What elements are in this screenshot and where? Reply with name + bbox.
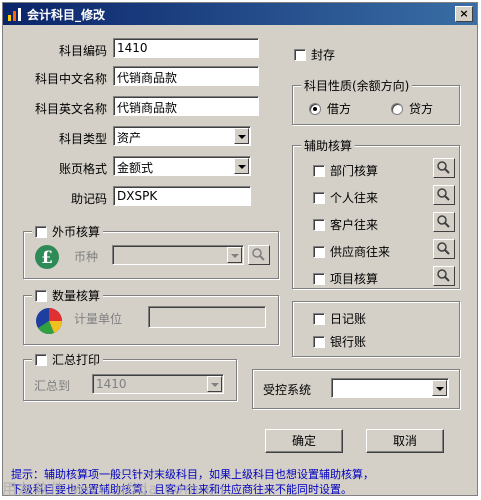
pie-chart-icon [36, 308, 62, 335]
checkbox-box[interactable] [313, 245, 325, 258]
unit-input[interactable] [148, 306, 266, 328]
summary-title-label: 汇总打印 [52, 353, 101, 367]
nature-group-title: 科目性质(余额方向) [301, 77, 413, 94]
en-name-input[interactable]: 代销商品款 [113, 96, 259, 116]
credit-label: 贷方 [409, 102, 434, 116]
sealed-checkbox[interactable]: 封存 [294, 46, 335, 63]
checkbox-box[interactable] [35, 225, 47, 238]
magnifier-icon [437, 269, 450, 282]
journal-group: 日记账 银行账 [292, 301, 460, 357]
aux-item-project[interactable]: 项目核算 [313, 270, 378, 287]
controlled-select[interactable] [331, 378, 449, 398]
aux-item-supplier[interactable]: 供应商往来 [313, 243, 390, 260]
chevron-down-icon[interactable] [432, 380, 447, 396]
aux-item-department[interactable]: 部门核算 [313, 162, 378, 179]
aux-group-title: 辅助核算 [301, 137, 356, 154]
unit-label: 计量单位 [74, 312, 123, 326]
window-title: 会计科目_修改 [27, 8, 106, 22]
checkbox-box[interactable] [313, 191, 325, 204]
format-select-value: 金额式 [117, 161, 154, 175]
currency-select[interactable] [112, 245, 244, 265]
checkbox-box[interactable] [35, 289, 47, 302]
chevron-down-icon[interactable] [234, 158, 249, 174]
magnifier-icon [252, 248, 265, 261]
type-select[interactable]: 资产 [113, 126, 251, 146]
ok-button[interactable]: 确定 [265, 429, 343, 453]
currency-search-button[interactable] [248, 245, 270, 265]
quantity-group: 数量核算 计量单位 [23, 287, 279, 345]
type-label: 科目类型 [58, 132, 107, 146]
foreign-group: 外币核算 £ 币种 [23, 223, 279, 279]
quantity-group-title[interactable]: 数量核算 [32, 287, 104, 304]
aux-item-label: 项目核算 [330, 272, 379, 286]
format-label: 账页格式 [58, 162, 107, 176]
checkbox-box[interactable] [313, 312, 325, 325]
quantity-title-label: 数量核算 [52, 289, 101, 303]
en-name-label: 科目英文名称 [34, 102, 107, 116]
chevron-down-icon[interactable] [234, 128, 249, 144]
aux-item-personal[interactable]: 个人往来 [313, 189, 378, 206]
magnifier-icon [437, 161, 450, 174]
type-select-value: 资产 [117, 131, 142, 145]
checkbox-box[interactable] [294, 48, 306, 61]
app-icon [8, 8, 21, 21]
aux-item-label: 客户往来 [330, 218, 379, 232]
magnifier-icon [437, 242, 450, 255]
magnifier-icon [437, 188, 450, 201]
dialog-window: 会计科目_修改 × 科目编码 1410 科目中文名称 代销商品款 科目英文名称 … [2, 2, 478, 496]
cancel-button[interactable]: 取消 [366, 429, 444, 453]
aux-item-label: 部门核算 [330, 164, 379, 178]
project-search-button[interactable] [433, 266, 455, 286]
bank-journal-label: 银行账 [330, 335, 367, 349]
personal-search-button[interactable] [433, 185, 455, 205]
customer-search-button[interactable] [433, 212, 455, 232]
checkbox-box[interactable] [313, 335, 325, 348]
daily-journal-checkbox[interactable]: 日记账 [313, 310, 366, 327]
aux-item-customer[interactable]: 客户往来 [313, 216, 378, 233]
summary-to-value: 1410 [96, 377, 127, 391]
pound-currency-icon: £ [35, 245, 59, 269]
summary-to-label: 汇总到 [34, 379, 71, 393]
mnemonic-input[interactable]: DXSPK [113, 186, 251, 206]
checkbox-box[interactable] [35, 353, 47, 366]
nature-group: 科目性质(余额方向) 借方 贷方 [292, 77, 460, 125]
title-bar: 会计科目_修改 × [3, 3, 477, 25]
credit-radio[interactable]: 贷方 [391, 100, 433, 117]
mnemonic-label: 助记码 [70, 192, 107, 206]
code-label: 科目编码 [58, 44, 107, 58]
summary-to-select[interactable]: 1410 [92, 374, 224, 394]
watermark: 用友软件 www.ufida.com.cn [2, 480, 225, 498]
code-input[interactable]: 1410 [113, 38, 259, 58]
format-select[interactable]: 金额式 [113, 156, 251, 176]
aux-group: 辅助核算 部门核算 个人往来 客户往来 供应商往来 项目核算 [292, 137, 460, 289]
foreign-title-label: 外币核算 [52, 225, 101, 239]
checkbox-box[interactable] [313, 272, 325, 285]
daily-journal-label: 日记账 [330, 312, 367, 326]
debit-label: 借方 [327, 102, 352, 116]
controlled-group: 受控系统 [252, 369, 460, 409]
cn-name-input[interactable]: 代销商品款 [113, 66, 259, 86]
summary-group: 汇总打印 汇总到 1410 [23, 351, 237, 401]
radio-icon[interactable] [391, 102, 403, 115]
sealed-label: 封存 [311, 48, 336, 62]
summary-group-title[interactable]: 汇总打印 [32, 351, 104, 368]
department-search-button[interactable] [433, 158, 455, 178]
chevron-down-icon[interactable] [227, 247, 242, 263]
aux-item-label: 供应商往来 [330, 245, 391, 259]
foreign-group-title[interactable]: 外币核算 [32, 223, 104, 240]
magnifier-icon [437, 215, 450, 228]
supplier-search-button[interactable] [433, 239, 455, 259]
close-button[interactable]: × [455, 6, 473, 22]
chevron-down-icon[interactable] [207, 376, 222, 392]
radio-selected-icon[interactable] [309, 102, 321, 115]
bank-journal-checkbox[interactable]: 银行账 [313, 333, 366, 350]
checkbox-box[interactable] [313, 164, 325, 177]
debit-radio[interactable]: 借方 [309, 100, 351, 117]
currency-label: 币种 [74, 250, 99, 264]
cn-name-label: 科目中文名称 [34, 72, 107, 86]
checkbox-box[interactable] [313, 218, 325, 231]
controlled-label: 受控系统 [263, 383, 312, 397]
aux-item-label: 个人往来 [330, 191, 379, 205]
svg-text:£: £ [41, 248, 53, 268]
